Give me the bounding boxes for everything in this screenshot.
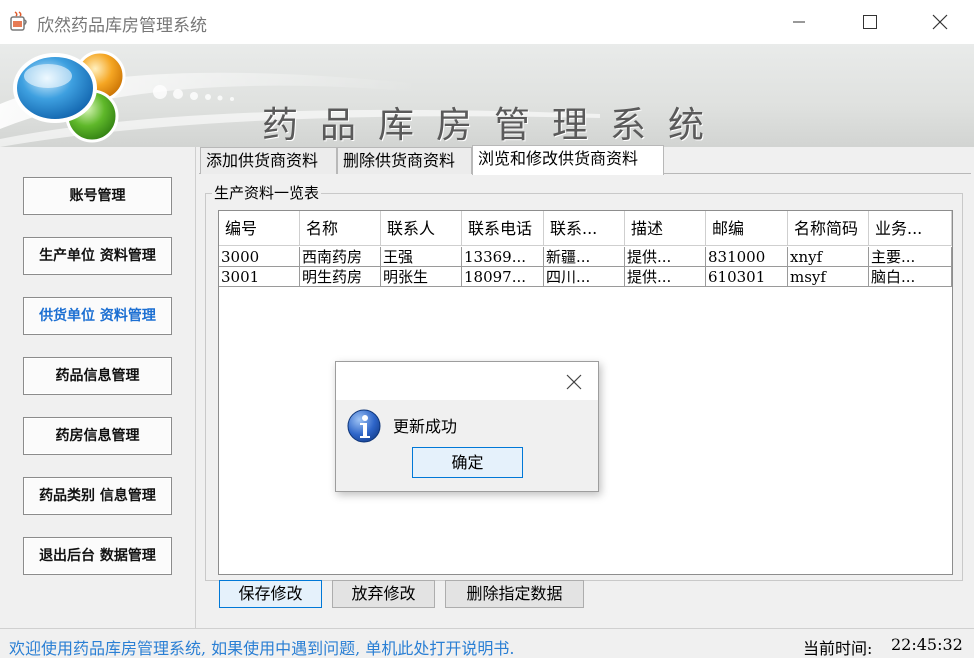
sidebar-item-manufacturer[interactable]: 生产单位 资料管理 — [23, 237, 172, 275]
table-cell[interactable]: 明生药房 — [300, 267, 381, 287]
table-header[interactable]: 名称 — [300, 211, 381, 246]
delete-record-button[interactable]: 删除指定数据 — [445, 580, 584, 608]
dialog-title-bar — [336, 362, 598, 400]
dialog-close-button[interactable] — [562, 370, 586, 394]
table-cell[interactable]: msyf — [788, 267, 869, 287]
table-cell[interactable]: 610301 — [706, 267, 788, 287]
message-dialog: 更新成功 确定 — [335, 361, 599, 492]
banner-title: 药品库房管理系统 — [262, 105, 727, 146]
current-time: 22:45:32 — [891, 635, 963, 654]
table-cell[interactable]: 831000 — [706, 247, 788, 267]
group-title: 生产资料一览表 — [212, 182, 322, 203]
table-cell[interactable]: 四川... — [544, 267, 625, 287]
maximize-icon — [863, 15, 877, 29]
info-icon — [347, 409, 381, 443]
table-header[interactable]: 描述 — [625, 211, 706, 246]
table-cell[interactable]: 3001 — [219, 267, 300, 287]
tab-delete-supplier[interactable]: 删除供货商资料 — [337, 147, 472, 174]
tab-browse-edit-supplier[interactable]: 浏览和修改供货商资料 — [472, 145, 664, 175]
close-icon — [932, 14, 948, 30]
table-cell[interactable]: 3000 — [219, 247, 300, 267]
table-cell[interactable]: 提供... — [625, 247, 706, 267]
help-link[interactable]: 欢迎使用药品库房管理系统, 如果使用中遇到问题, 单机此处打开说明书. — [9, 635, 514, 658]
table-cell[interactable]: 提供... — [625, 267, 706, 287]
sidebar-item-pharmacy-info[interactable]: 药房信息管理 — [23, 417, 172, 455]
table-header[interactable]: 业务... — [869, 211, 952, 246]
table-header[interactable]: 联系人 — [381, 211, 462, 246]
ok-button[interactable]: 确定 — [412, 447, 523, 478]
java-cup-icon — [9, 11, 29, 33]
table-cell[interactable]: 新疆... — [544, 247, 625, 267]
title-bar: 欣然药品库房管理系统 — [0, 0, 974, 44]
maximize-button[interactable] — [834, 0, 904, 44]
banner: 药品库房管理系统 — [0, 44, 974, 147]
time-label: 当前时间: — [803, 639, 873, 658]
save-changes-button[interactable]: 保存修改 — [219, 580, 322, 608]
discard-changes-button[interactable]: 放弃修改 — [332, 580, 435, 608]
table-header[interactable]: 联系电话 — [462, 211, 544, 246]
sidebar-item-supplier[interactable]: 供货单位 资料管理 — [23, 297, 172, 335]
table-cell[interactable]: 明张生 — [381, 267, 462, 287]
minimize-button[interactable] — [764, 0, 834, 44]
sidebar-item-drug-category[interactable]: 药品类别 信息管理 — [23, 477, 172, 515]
table-cell[interactable]: 西南药房 — [300, 247, 381, 267]
close-button[interactable] — [904, 0, 974, 44]
table-cell[interactable]: 18097... — [462, 267, 544, 287]
close-icon — [566, 374, 582, 390]
table-cell[interactable]: xnyf — [788, 247, 869, 267]
table-header[interactable]: 邮编 — [706, 211, 788, 246]
table-cell[interactable]: 13369... — [462, 247, 544, 267]
tab-add-supplier[interactable]: 添加供货商资料 — [200, 147, 337, 174]
minimize-icon — [793, 21, 805, 23]
window-title: 欣然药品库房管理系统 — [37, 16, 207, 36]
dialog-message: 更新成功 — [393, 417, 458, 436]
table-header[interactable]: 名称简码 — [788, 211, 869, 246]
sidebar-item-drug-info[interactable]: 药品信息管理 — [23, 357, 172, 395]
table-cell[interactable]: 王强 — [381, 247, 462, 267]
sidebar-item-account[interactable]: 账号管理 — [23, 177, 172, 215]
table-cell[interactable]: 主要... — [869, 247, 952, 267]
status-bar: 欢迎使用药品库房管理系统, 如果使用中遇到问题, 单机此处打开说明书. 当前时间… — [0, 628, 974, 658]
table-header[interactable]: 编号 — [219, 211, 300, 246]
sidebar-item-exit[interactable]: 退出后台 数据管理 — [23, 537, 172, 575]
table-cell[interactable]: 脑白... — [869, 267, 952, 287]
table-header[interactable]: 联系... — [544, 211, 625, 246]
